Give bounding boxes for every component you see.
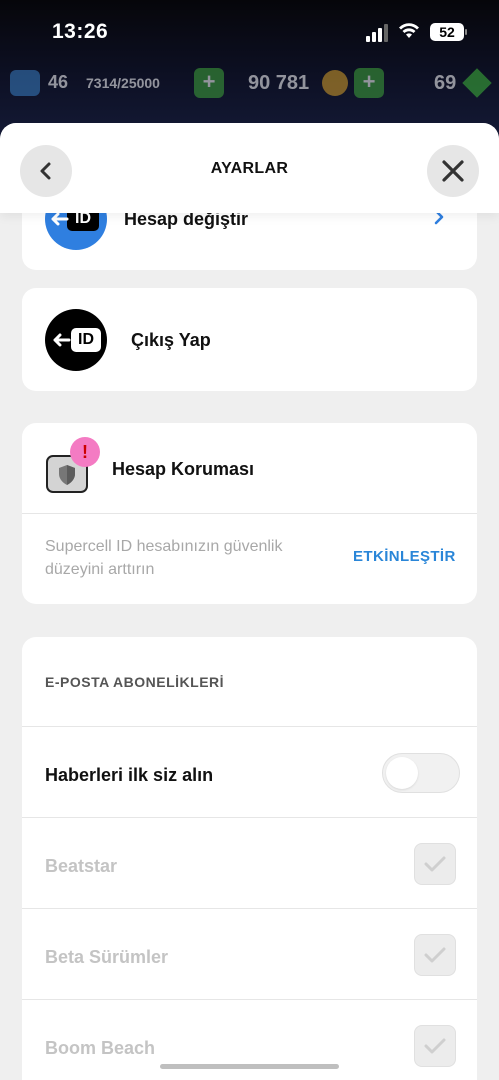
battery-indicator: 52	[430, 23, 464, 41]
checkmark-icon	[424, 947, 446, 963]
wifi-icon	[399, 23, 419, 38]
checkmark-icon	[424, 856, 446, 872]
divider	[22, 513, 477, 514]
account-protection-card: ! Hesap Koruması Supercell ID hesabınızı…	[22, 423, 477, 604]
game-label-boom-beach: Boom Beach	[45, 1038, 156, 1058]
divider	[22, 999, 477, 1000]
game-hud: 46 7314/25000 + 90 781 + 69	[0, 66, 499, 102]
xp-plus-button: +	[194, 68, 224, 98]
divider	[22, 817, 477, 818]
activate-button[interactable]: ETKİNLEŞTİR	[353, 548, 456, 565]
status-time: 13:26	[52, 20, 109, 43]
logout-card[interactable]: ID Çıkış Yap	[22, 288, 477, 391]
email-subscriptions-card: E-POSTA ABONELİKLERİ Haberleri ilk siz a…	[22, 637, 477, 1080]
toggle-knob	[386, 757, 418, 789]
protection-description: Supercell ID hesabınızın güvenlik düzeyi…	[45, 538, 283, 578]
divider	[22, 908, 477, 909]
close-button[interactable]	[427, 145, 479, 197]
gem-count: 69	[434, 72, 457, 94]
checkmark-icon	[424, 1038, 446, 1054]
page-title: AYARLAR	[210, 160, 289, 177]
close-icon	[442, 160, 464, 182]
divider	[22, 726, 477, 727]
alert-badge: !	[70, 437, 100, 467]
home-indicator	[160, 1064, 339, 1069]
game-label-beatstar: Beatstar	[45, 856, 118, 876]
player-level: 46	[48, 72, 69, 92]
newsletter-label: Haberleri ilk siz alın	[45, 765, 214, 785]
email-section-heading: E-POSTA ABONELİKLERİ	[45, 674, 225, 690]
sheet-header: AYARLAR	[0, 123, 499, 213]
logout-label: Çıkış Yap	[131, 330, 211, 350]
checkbox-beta[interactable]	[414, 934, 456, 976]
level-icon	[10, 70, 40, 96]
battery-tip	[465, 29, 467, 35]
newsletter-toggle[interactable]	[382, 753, 460, 793]
player-xp: 7314/25000	[86, 75, 160, 91]
game-label-beta: Beta Sürümler	[45, 947, 169, 967]
gem-icon	[462, 68, 492, 98]
checkbox-boom-beach[interactable]	[414, 1025, 456, 1067]
coin-icon	[322, 70, 348, 96]
settings-sheet: AYARLAR ID Hesap değiştir ID Çıkış Yap !…	[0, 123, 499, 1080]
arrow-left-icon	[53, 333, 71, 347]
logout-icon: ID	[45, 309, 107, 371]
checkbox-beatstar[interactable]	[414, 843, 456, 885]
protection-title: Hesap Koruması	[112, 459, 255, 479]
cellular-signal-icon	[366, 24, 388, 42]
status-bar: 13:26 52	[0, 0, 499, 60]
coin-count: 90 781	[248, 72, 310, 94]
coin-plus-button: +	[354, 68, 384, 98]
id-tag: ID	[71, 328, 101, 352]
